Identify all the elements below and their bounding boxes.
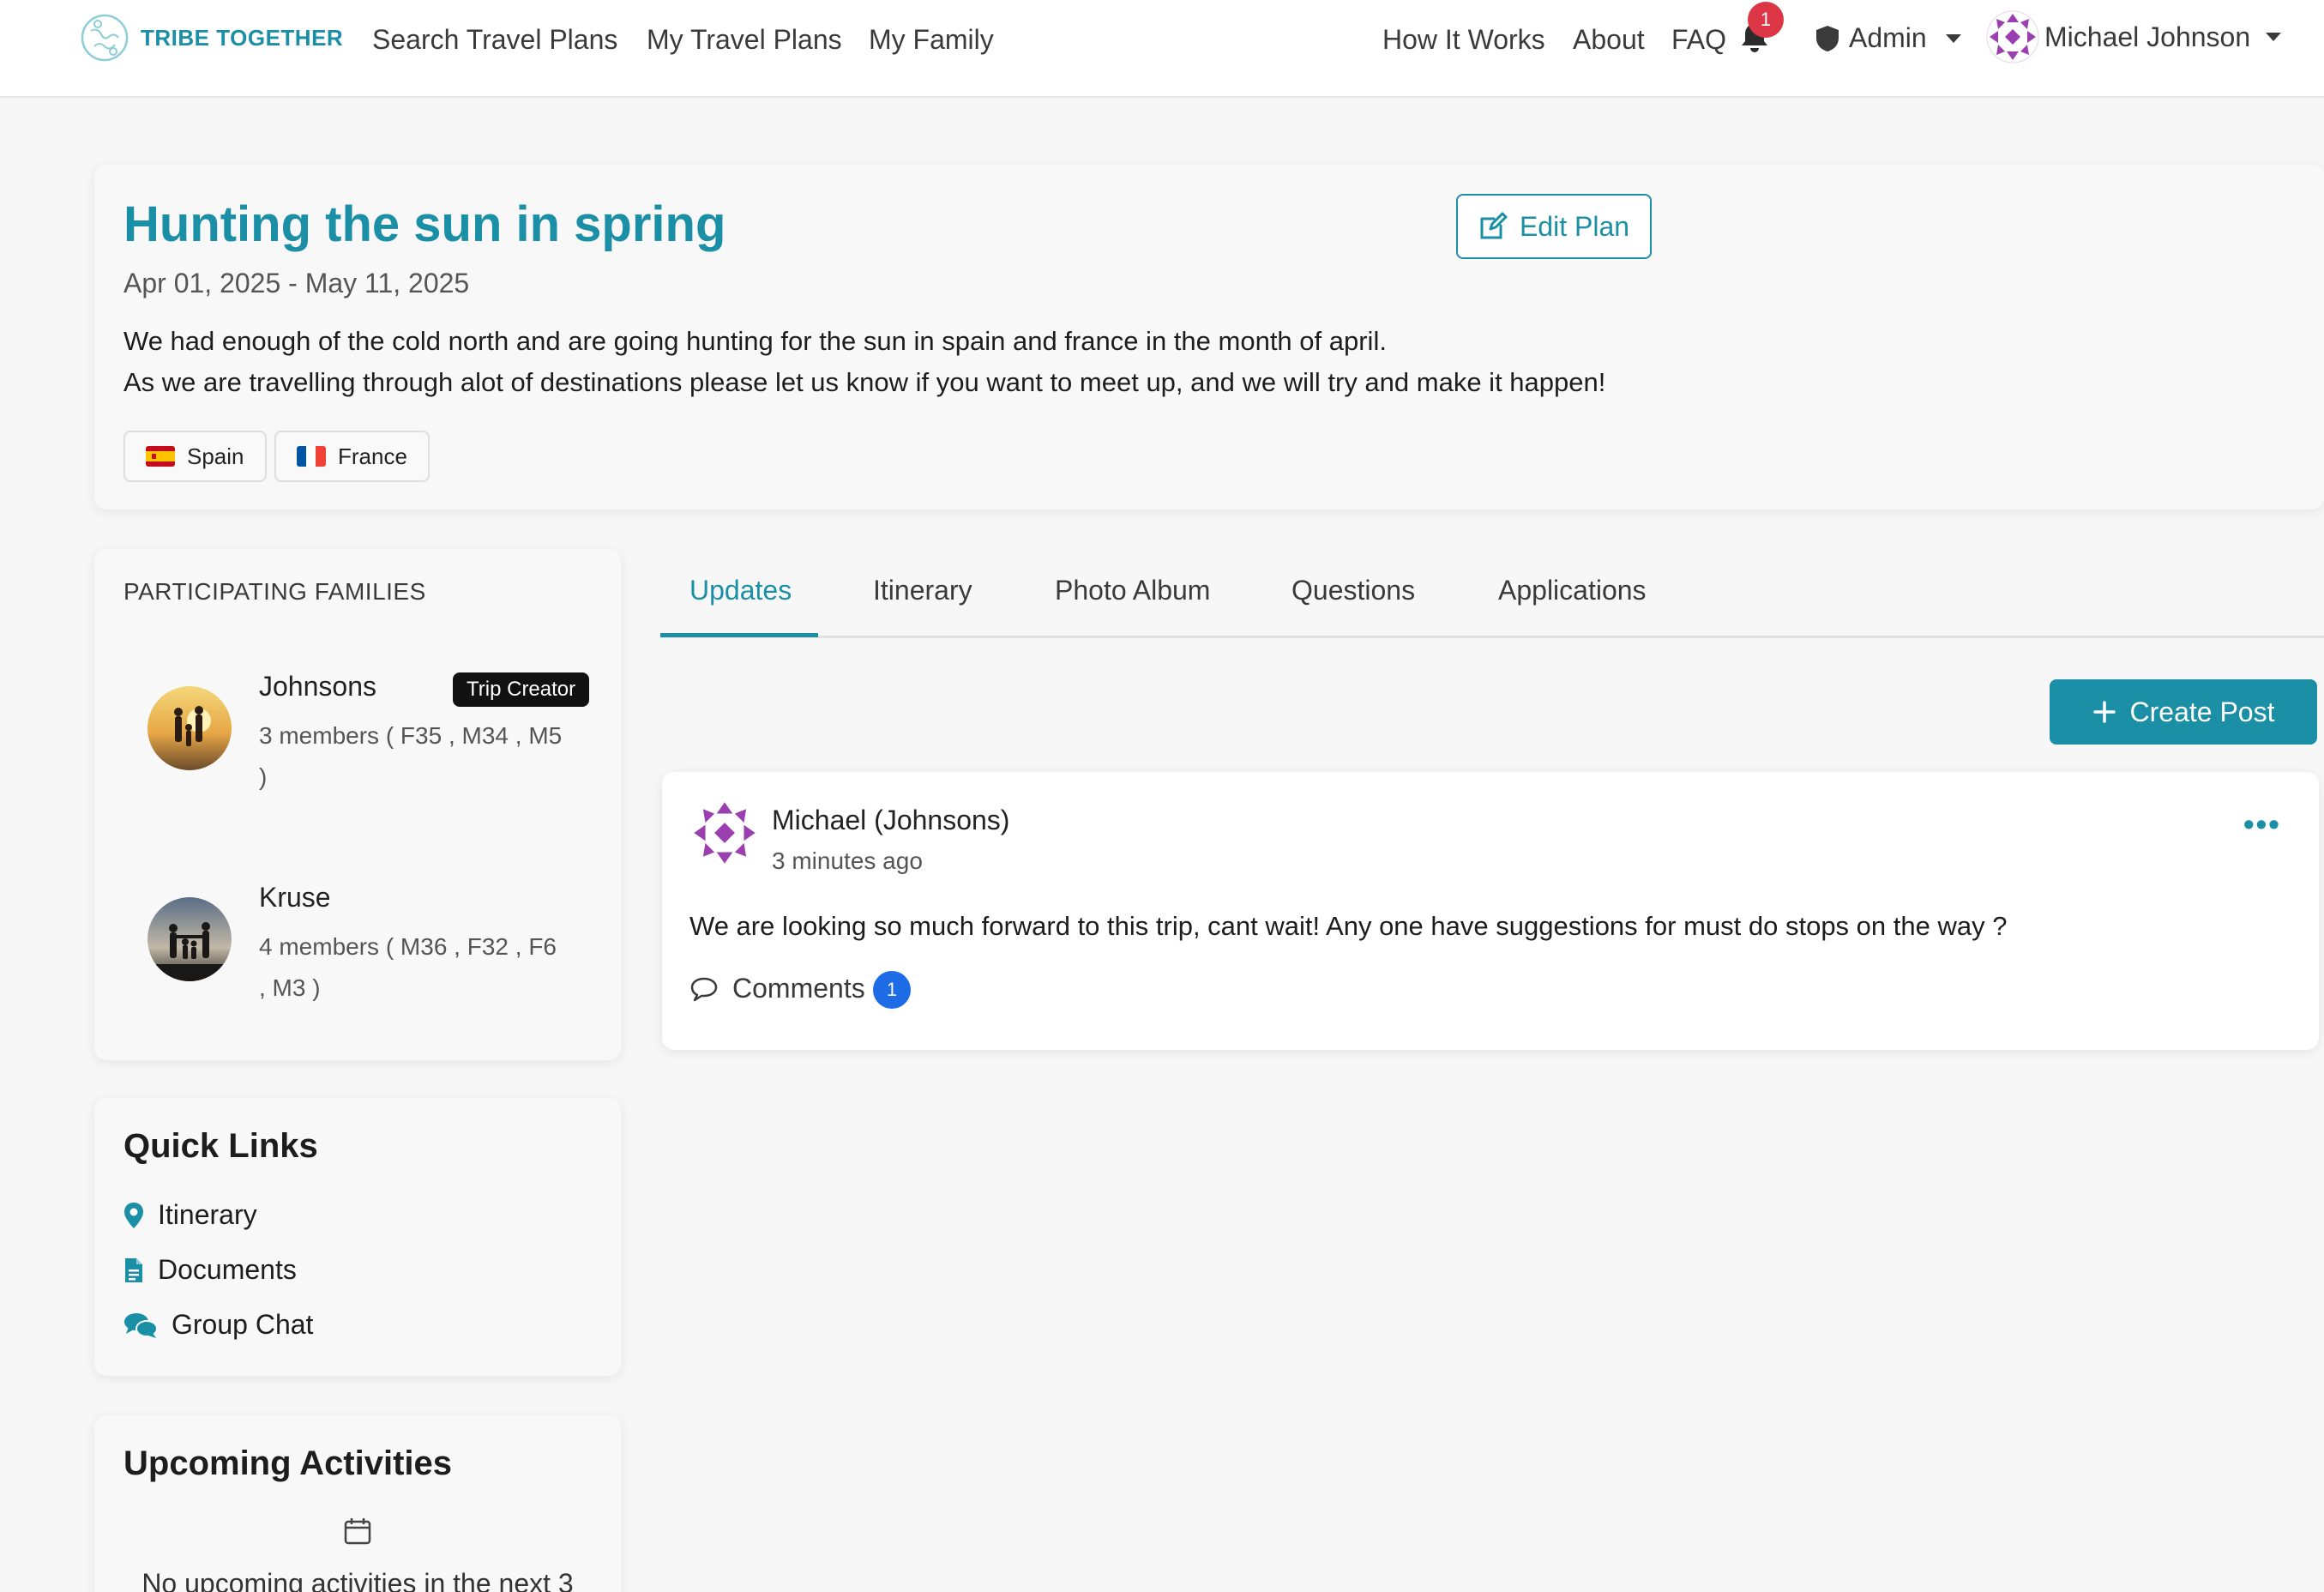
plan-description-line: As we are travelling through alot of des… — [123, 367, 1606, 397]
edit-plan-button[interactable]: Edit Plan — [1456, 194, 1652, 259]
globe-logo-icon — [81, 14, 129, 62]
post-author: Michael (Johnsons) — [772, 805, 1010, 835]
brand-link[interactable]: TRIBE TOGETHER — [79, 12, 343, 63]
comments-count-badge: 1 — [873, 971, 911, 1009]
comments-label: Comments — [732, 973, 865, 1004]
country-tag-spain[interactable]: Spain — [123, 431, 267, 482]
country-name: France — [338, 443, 407, 469]
nav-search-travel-plans[interactable]: Search Travel Plans — [372, 24, 617, 56]
families-heading: PARTICIPATING FAMILIES — [123, 578, 426, 605]
no-activities-text: No upcoming activities in the next 3 — [141, 1568, 574, 1592]
plan-description-line: We had enough of the cold north and are … — [123, 326, 1387, 356]
active-tab-indicator — [660, 633, 818, 637]
comments-button[interactable]: Comments — [689, 973, 865, 1004]
post-body: We are looking so much forward to this t… — [689, 911, 2008, 941]
admin-dropdown[interactable]: Admin — [1815, 22, 1961, 54]
spain-flag-icon — [146, 446, 175, 467]
tab-photo-album[interactable]: Photo Album — [1055, 575, 1210, 606]
chat-bubbles-icon — [124, 1312, 158, 1338]
edit-icon — [1480, 212, 1508, 239]
family-avatar — [148, 686, 232, 770]
quick-link-label: Documents — [158, 1254, 297, 1285]
post-card: Michael (Johnsons) 3 minutes ago ••• We … — [662, 772, 2319, 1050]
quick-links-heading: Quick Links — [123, 1127, 318, 1165]
trip-creator-badge: Trip Creator — [453, 672, 590, 707]
post-author-avatar — [689, 798, 760, 868]
tab-updates[interactable]: Updates — [689, 575, 792, 606]
nav-about[interactable]: About — [1573, 24, 1645, 56]
participating-families-card: PARTICIPATING FAMILIES Johnsons Trip Cre… — [94, 549, 621, 1060]
family-name: Kruse — [259, 882, 331, 913]
brand-name: TRIBE TOGETHER — [141, 24, 344, 51]
create-post-button[interactable]: Create Post — [2050, 679, 2317, 745]
family-avatar — [148, 897, 232, 981]
family-name: Johnsons — [259, 671, 376, 702]
chevron-down-icon — [1945, 33, 1961, 43]
family-members: 4 members ( M36 , F32 , F6 , M3 ) — [259, 933, 557, 1001]
document-icon — [125, 1257, 142, 1282]
quick-link-group-chat[interactable]: Group Chat — [123, 1309, 313, 1341]
nav-how-it-works[interactable]: How It Works — [1382, 24, 1545, 56]
chevron-down-icon — [2266, 33, 2282, 41]
nav-my-travel-plans[interactable]: My Travel Plans — [647, 24, 842, 56]
nav-my-family[interactable]: My Family — [869, 24, 994, 56]
post-timestamp: 3 minutes ago — [772, 847, 923, 874]
quick-link-itinerary[interactable]: Itinerary — [123, 1199, 257, 1231]
plan-description: We had enough of the cold north and are … — [123, 321, 1605, 403]
admin-label: Admin — [1849, 22, 1927, 53]
quick-link-documents[interactable]: Documents — [123, 1254, 297, 1286]
france-flag-icon — [297, 446, 326, 467]
upcoming-activities-heading: Upcoming Activities — [123, 1444, 453, 1482]
calendar-icon — [344, 1518, 371, 1545]
country-name: Spain — [187, 443, 244, 469]
nav-faq[interactable]: FAQ — [1671, 24, 1726, 56]
comment-icon — [690, 977, 718, 1001]
tab-itinerary[interactable]: Itinerary — [873, 575, 972, 606]
plus-icon — [2092, 701, 2116, 723]
tab-applications[interactable]: Applications — [1498, 575, 1647, 606]
shield-icon — [1816, 25, 1839, 51]
plan-tabs: Updates Itinerary Photo Album Questions … — [660, 549, 2324, 638]
quick-link-label: Itinerary — [158, 1199, 257, 1230]
map-pin-icon — [124, 1202, 143, 1228]
notification-badge: 1 — [1748, 2, 1784, 38]
edit-plan-label: Edit Plan — [1519, 210, 1630, 242]
tab-questions[interactable]: Questions — [1291, 575, 1415, 606]
quick-links-card: Quick Links Itinerary Documents Group Ch… — [94, 1098, 621, 1376]
top-navbar: TRIBE TOGETHER Search Travel Plans My Tr… — [0, 0, 2324, 98]
upcoming-activities-card: Upcoming Activities No upcoming activiti… — [94, 1415, 621, 1592]
plan-title: Hunting the sun in spring — [123, 196, 726, 252]
plan-dates: Apr 01, 2025 - May 11, 2025 — [123, 268, 470, 298]
plan-header-card: Hunting the sun in spring Apr 01, 2025 -… — [94, 165, 2324, 510]
user-dropdown[interactable]: Michael Johnson — [1986, 10, 2282, 63]
family-members: 3 members ( F35 , M34 , M5 ) — [259, 722, 563, 790]
create-post-label: Create Post — [2129, 696, 2275, 727]
quick-link-label: Group Chat — [172, 1309, 314, 1340]
more-options-icon[interactable]: ••• — [2243, 806, 2281, 842]
country-tag-france[interactable]: France — [274, 431, 430, 482]
user-name: Michael Johnson — [2044, 21, 2251, 52]
user-avatar — [1986, 10, 2039, 63]
